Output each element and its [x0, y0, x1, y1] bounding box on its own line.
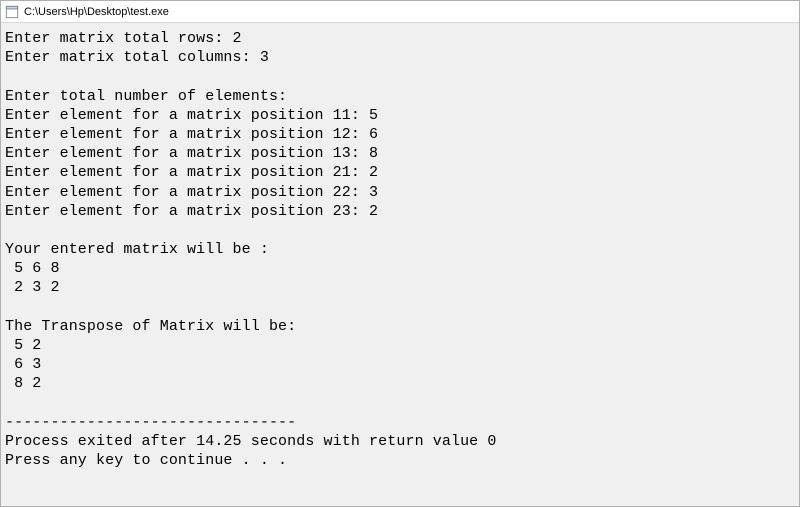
console-line: Enter matrix total rows: 2 — [5, 30, 242, 47]
console-window: C:\Users\Hp\Desktop\test.exe Enter matri… — [0, 0, 800, 507]
console-line: Enter element for a matrix position 11: … — [5, 107, 378, 124]
console-line: Enter element for a matrix position 12: … — [5, 126, 378, 143]
console-line: Enter element for a matrix position 21: … — [5, 164, 378, 181]
console-line: 2 3 2 — [5, 279, 60, 296]
console-line: 6 3 — [5, 356, 41, 373]
console-line: The Transpose of Matrix will be: — [5, 318, 296, 335]
console-line: 8 2 — [5, 375, 41, 392]
console-line: 5 6 8 — [5, 260, 60, 277]
console-line: Enter element for a matrix position 13: … — [5, 145, 378, 162]
console-line: Enter total number of elements: — [5, 88, 287, 105]
console-line: Enter element for a matrix position 22: … — [5, 184, 378, 201]
titlebar[interactable]: C:\Users\Hp\Desktop\test.exe — [1, 1, 799, 23]
app-icon — [5, 5, 19, 19]
console-output[interactable]: Enter matrix total rows: 2 Enter matrix … — [1, 23, 799, 474]
console-line: Enter matrix total columns: 3 — [5, 49, 269, 66]
console-line: -------------------------------- — [5, 414, 296, 431]
window-title: C:\Users\Hp\Desktop\test.exe — [24, 6, 169, 18]
console-line: Press any key to continue . . . — [5, 452, 287, 469]
console-line: Enter element for a matrix position 23: … — [5, 203, 378, 220]
console-line: Process exited after 14.25 seconds with … — [5, 433, 496, 450]
console-line: Your entered matrix will be : — [5, 241, 269, 258]
console-line: 5 2 — [5, 337, 41, 354]
